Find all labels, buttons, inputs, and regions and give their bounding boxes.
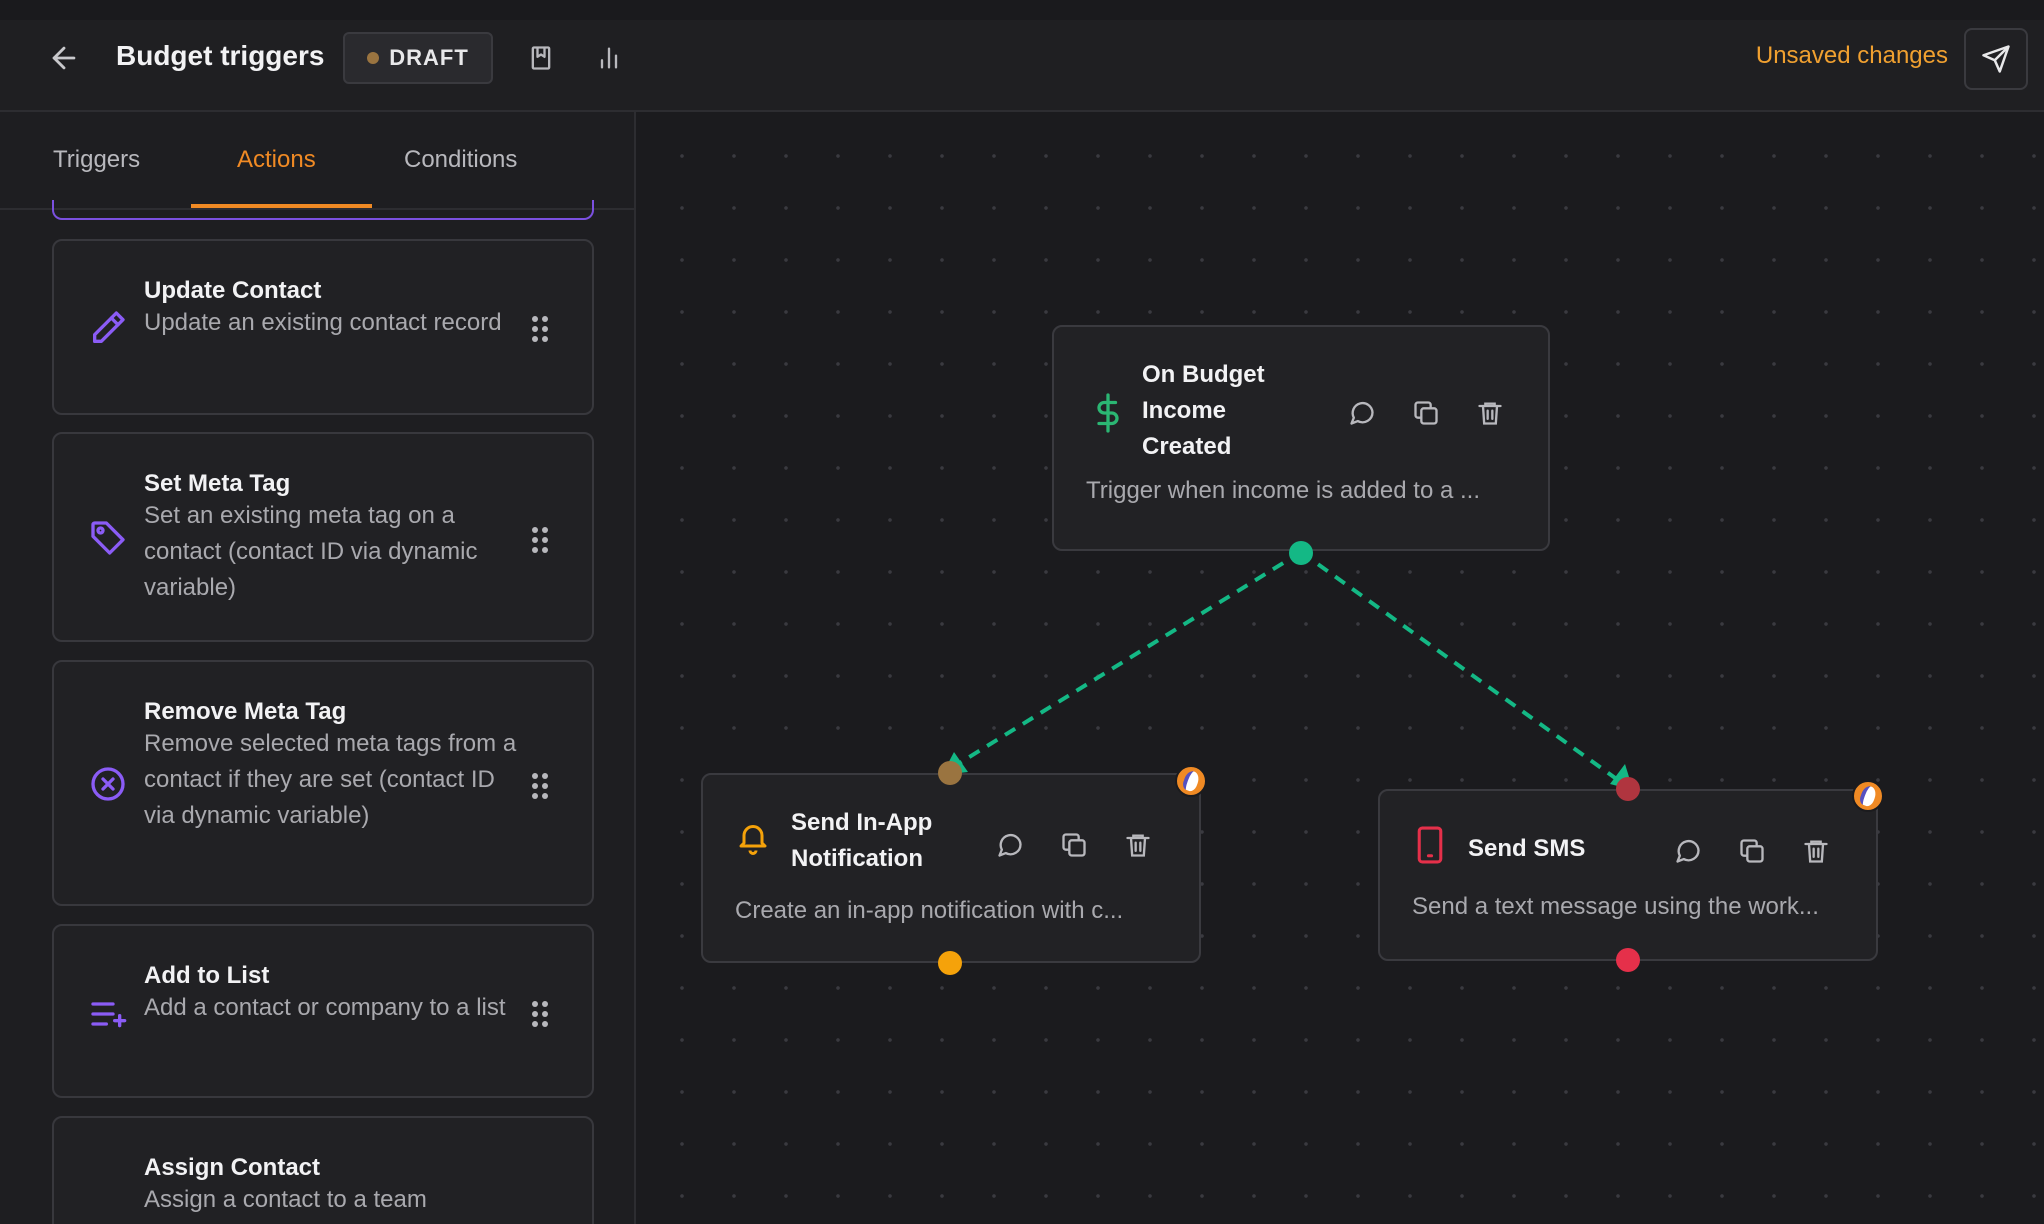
user-assign-icon <box>86 1218 130 1224</box>
card-description: Add a contact or company to a list <box>144 994 506 1021</box>
list-add-icon <box>86 992 130 1036</box>
status-badge: DRAFT <box>343 32 493 84</box>
card-description: Update an existing contact record <box>144 309 502 336</box>
duplicate-button[interactable] <box>1408 395 1444 431</box>
user-avatar <box>1175 765 1207 797</box>
edge-trigger-to-notification <box>956 550 1303 766</box>
card-title: Set Meta Tag <box>144 470 291 497</box>
drag-handle-icon[interactable] <box>528 768 552 804</box>
flow-canvas[interactable]: On Budget Income Created Trigger when in… <box>636 112 2044 1224</box>
trash-icon <box>1478 402 1502 425</box>
action-card-set-meta-tag[interactable]: Set Meta Tag Set an existing meta tag on… <box>52 432 594 642</box>
node-title: Send SMS <box>1468 835 1586 862</box>
copy-icon <box>1740 839 1764 863</box>
sms-output-handle[interactable] <box>1616 948 1640 972</box>
card-description: Remove selected meta tags from a contact… <box>144 730 517 829</box>
sidebar: Triggers Actions Conditions Update Conta… <box>0 112 636 1224</box>
node-trigger[interactable]: On Budget Income Created Trigger when in… <box>1052 325 1550 551</box>
card-title: Add to List <box>144 962 270 989</box>
dollar-icon <box>1088 391 1128 435</box>
unsaved-changes-text: Unsaved changes <box>1755 42 1948 69</box>
action-card-remove-meta-tag[interactable]: Remove Meta Tag Remove selected meta tag… <box>52 660 594 906</box>
avatar-glyph-icon <box>1181 769 1201 793</box>
comment-button[interactable] <box>1670 833 1706 869</box>
trash-icon <box>1804 840 1828 863</box>
trash-icon <box>1126 834 1150 857</box>
card-title: Assign Contact <box>144 1154 321 1181</box>
node-description: Send a text message using the work... <box>1412 893 1819 920</box>
delete-button[interactable] <box>1472 395 1508 431</box>
flow-edges <box>942 550 1633 790</box>
node-send-notification[interactable]: Send In-App Notification Create an in-ap… <box>701 773 1201 963</box>
user-avatar <box>1852 780 1884 812</box>
delete-button[interactable] <box>1798 833 1834 869</box>
drag-handle-icon[interactable] <box>528 996 552 1032</box>
action-card-update-contact[interactable]: Update Contact Update an existing contac… <box>52 239 594 415</box>
node-send-sms[interactable]: Send SMS Send a text message using the w… <box>1378 789 1878 961</box>
comment-button[interactable] <box>1344 395 1380 431</box>
card-title: Update Contact <box>144 277 322 304</box>
sidebar-tabs: Triggers Actions Conditions <box>0 112 634 210</box>
tab-triggers[interactable]: Triggers <box>53 146 140 174</box>
card-description: Assign a contact to a team <box>144 1186 427 1213</box>
trigger-output-handle[interactable] <box>1289 541 1313 565</box>
node-title: On Budget Income Created <box>1142 361 1265 460</box>
action-card-assign-contact[interactable]: Assign Contact Assign a contact to a tea… <box>52 1116 594 1224</box>
notification-input-handle[interactable] <box>938 761 962 785</box>
tab-conditions[interactable]: Conditions <box>404 146 517 174</box>
comment-icon <box>1350 401 1374 425</box>
action-card-add-to-list[interactable]: Add to List Add a contact or company to … <box>52 924 594 1098</box>
publish-button[interactable] <box>1964 28 2028 90</box>
tag-icon <box>86 516 130 560</box>
drag-handle-icon[interactable] <box>528 311 552 347</box>
delete-button[interactable] <box>1120 827 1156 863</box>
comment-button[interactable] <box>992 827 1028 863</box>
tab-actions[interactable]: Actions <box>237 146 316 174</box>
notification-output-handle[interactable] <box>938 951 962 975</box>
window-strip <box>0 0 2044 20</box>
page-title: Budget triggers <box>116 40 325 71</box>
drag-handle-icon[interactable] <box>528 522 552 558</box>
bookmark-button[interactable] <box>523 40 559 76</box>
duplicate-button[interactable] <box>1056 827 1092 863</box>
phone-icon <box>1410 823 1450 867</box>
sms-input-handle[interactable] <box>1616 777 1640 801</box>
edge-trigger-to-sms <box>1299 550 1620 782</box>
comment-icon <box>1676 839 1700 863</box>
bar-chart-icon <box>600 47 618 69</box>
send-icon <box>1982 45 2010 73</box>
selected-card-edge <box>52 200 594 220</box>
bookmark-icon <box>531 46 551 70</box>
status-dot-icon <box>367 52 380 64</box>
copy-icon <box>1062 833 1086 857</box>
comment-icon <box>998 833 1022 857</box>
node-description: Create an in-app notification with c... <box>735 897 1124 924</box>
duplicate-button[interactable] <box>1734 833 1770 869</box>
card-description: Set an existing meta tag on a contact (c… <box>144 502 478 601</box>
back-button[interactable] <box>44 38 84 78</box>
status-badge-label: DRAFT <box>389 45 469 70</box>
top-bar: Budget triggers DRAFT Unsaved changes <box>0 0 2044 112</box>
x-circle-icon <box>86 762 130 806</box>
pencil-icon <box>86 306 130 350</box>
arrow-left-icon <box>52 46 76 70</box>
analytics-button[interactable] <box>591 40 627 76</box>
node-description: Trigger when income is added to a ... <box>1086 477 1480 504</box>
node-title: Send In-App Notification <box>791 809 933 872</box>
copy-icon <box>1414 401 1438 425</box>
avatar-glyph-icon <box>1858 784 1878 808</box>
card-title: Remove Meta Tag <box>144 698 347 725</box>
bell-icon <box>733 815 773 859</box>
